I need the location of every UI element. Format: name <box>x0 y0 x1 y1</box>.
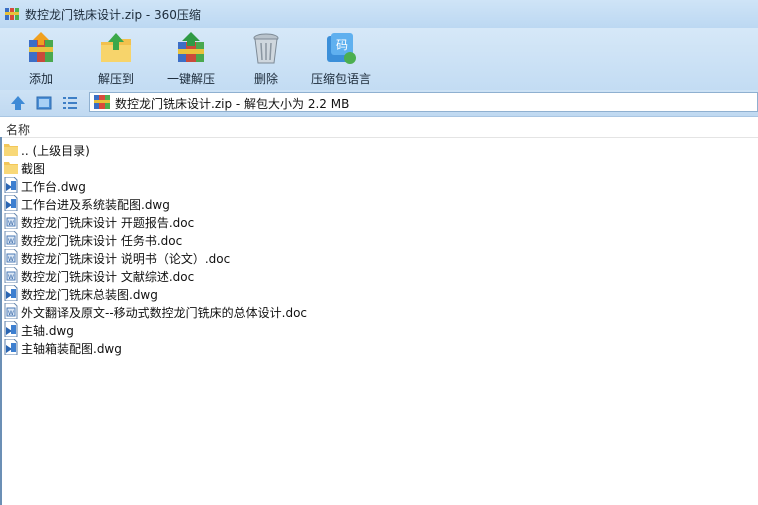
window-title: 数控龙门铣床设计.zip - 360压缩 <box>25 8 201 22</box>
trash-icon <box>253 33 279 64</box>
list-item[interactable]: 主轴.dwg <box>0 320 758 338</box>
svg-text:码: 码 <box>336 38 348 52</box>
archive-language-button[interactable]: 码 压缩包语言 <box>309 30 373 88</box>
doc-file-icon: W <box>4 213 18 229</box>
list-item[interactable]: W 数控龙门铣床设计 文献综述.doc <box>0 266 758 284</box>
title-bar: 数控龙门铣床设计.zip - 360压缩 <box>0 0 758 28</box>
file-name: 数控龙门铣床设计 说明书（论文）.doc <box>21 252 231 266</box>
file-name: 数控龙门铣床总装图.dwg <box>21 288 158 302</box>
extract-to-folder-icon <box>101 33 131 62</box>
add-label: 添加 <box>28 72 53 86</box>
file-name: 主轴.dwg <box>21 324 74 338</box>
doc-file-icon: W <box>4 249 18 265</box>
zip-archive-icon <box>94 95 110 109</box>
list-item[interactable]: W 数控龙门铣床设计 开题报告.doc <box>0 212 758 230</box>
add-archive-icon <box>29 32 53 62</box>
archive-language-icon: 码 <box>327 33 356 64</box>
address-row: 数控龙门铣床设计.zip - 解包大小为 2.2 MB <box>0 90 758 117</box>
svg-text:W: W <box>8 310 14 317</box>
file-name: 数控龙门铣床设计 开题报告.doc <box>21 216 195 230</box>
list-item[interactable]: 主轴箱装配图.dwg <box>0 338 758 356</box>
file-name: 截图 <box>21 162 46 176</box>
large-icon-view-icon[interactable] <box>36 95 52 111</box>
file-name: .. (上级目录) <box>21 144 90 158</box>
dwg-file-icon <box>4 285 18 301</box>
svg-text:W: W <box>8 220 14 227</box>
list-view-icon[interactable] <box>62 95 78 111</box>
delete-button[interactable]: 删除 <box>234 30 298 88</box>
list-header: 名称 <box>0 117 758 138</box>
folder-icon <box>4 144 18 156</box>
doc-file-icon: W <box>4 267 18 283</box>
list-item[interactable]: W 数控龙门铣床设计 任务书.doc <box>0 230 758 248</box>
folder-icon <box>4 162 18 174</box>
list-item[interactable]: W 数控龙门铣床设计 说明书（论文）.doc <box>0 248 758 266</box>
doc-file-icon: W <box>4 303 18 319</box>
delete-label: 删除 <box>253 72 278 86</box>
address-bar[interactable]: 数控龙门铣床设计.zip - 解包大小为 2.2 MB <box>89 92 758 112</box>
doc-file-icon: W <box>4 231 18 247</box>
list-item[interactable]: 工作台.dwg <box>0 176 758 194</box>
add-button[interactable]: 添加 <box>9 30 73 88</box>
toolbar: 添加 解压到 一键解压 删除 码 压缩包语言 <box>0 28 758 90</box>
one-click-extract-label: 一键解压 <box>166 72 215 86</box>
list-item[interactable]: W 外文翻译及原文--移动式数控龙门铣床的总体设计.doc <box>0 302 758 320</box>
extract-to-button[interactable]: 解压到 <box>84 30 148 88</box>
file-name: 工作台.dwg <box>21 180 86 194</box>
dwg-file-icon <box>4 321 18 337</box>
file-name: 数控龙门铣床设计 文献综述.doc <box>21 270 195 284</box>
one-click-extract-button[interactable]: 一键解压 <box>159 30 223 88</box>
file-name: 数控龙门铣床设计 任务书.doc <box>21 234 183 248</box>
svg-text:W: W <box>8 256 14 263</box>
list-item[interactable]: 工作台进及系统装配图.dwg <box>0 194 758 212</box>
archive-language-label: 压缩包语言 <box>310 72 371 86</box>
one-click-extract-icon <box>178 32 204 62</box>
dwg-file-icon <box>4 339 18 355</box>
dwg-file-icon <box>4 177 18 193</box>
list-item[interactable]: .. (上级目录) <box>0 140 758 158</box>
file-name: 主轴箱装配图.dwg <box>21 342 122 356</box>
svg-text:W: W <box>8 274 14 281</box>
extract-to-label: 解压到 <box>97 72 134 86</box>
file-name: 外文翻译及原文--移动式数控龙门铣床的总体设计.doc <box>21 306 308 320</box>
file-name: 工作台进及系统装配图.dwg <box>21 198 170 212</box>
archive-path: 数控龙门铣床设计.zip - 解包大小为 2.2 MB <box>115 97 350 111</box>
zip-archive-icon <box>5 8 19 20</box>
file-list: .. (上级目录) 截图 工作台.dwg 工作台进及系统装配图.dwg W 数控… <box>0 140 758 356</box>
up-arrow-icon[interactable] <box>10 95 26 111</box>
dwg-file-icon <box>4 195 18 211</box>
column-name-header[interactable]: 名称 <box>6 121 30 138</box>
svg-text:W: W <box>8 238 14 245</box>
list-item[interactable]: 截图 <box>0 158 758 176</box>
list-item[interactable]: 数控龙门铣床总装图.dwg <box>0 284 758 302</box>
